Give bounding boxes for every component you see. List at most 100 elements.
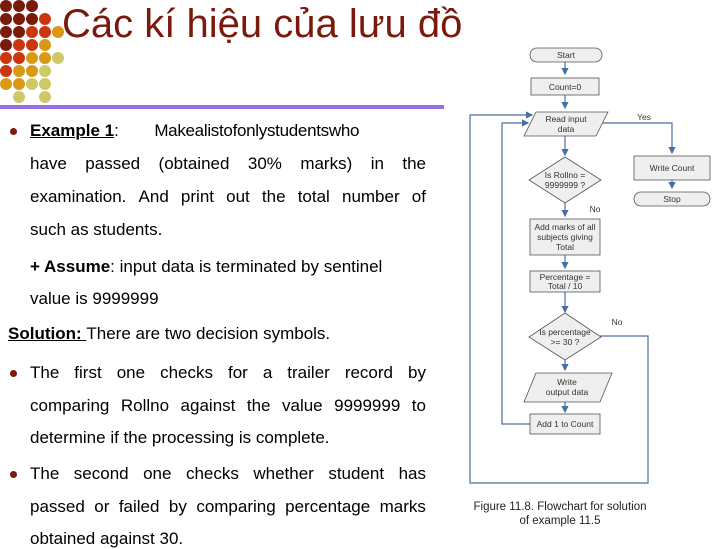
slide-title: Các kí hiệu của lưu đồ bbox=[62, 2, 463, 46]
example-line-1: have passed (obtained 30% marks) in the bbox=[30, 154, 426, 174]
word: record bbox=[344, 363, 393, 382]
word: whether bbox=[253, 464, 314, 483]
flowchart: Start Count=0 Read input data Is Rollno … bbox=[469, 47, 711, 484]
word: or bbox=[94, 497, 110, 516]
decorative-dot bbox=[26, 0, 38, 12]
decorative-dot bbox=[13, 65, 25, 77]
word: one bbox=[116, 363, 146, 382]
assume-label: Assume bbox=[44, 257, 111, 276]
word: The bbox=[30, 464, 60, 483]
bullet1-line-2: comparing Rollno against the value 9999999 to bbox=[30, 396, 426, 416]
caption-line-2: of example 11.5 bbox=[519, 515, 601, 527]
word: (obtained bbox=[158, 154, 230, 173]
decision2-label-2: >= 30 ? bbox=[551, 337, 580, 347]
bullet-icon bbox=[10, 128, 17, 135]
word: out bbox=[226, 187, 250, 206]
word: trailer bbox=[287, 363, 330, 382]
assume-text: : input data is terminated by sentinel bbox=[110, 257, 383, 276]
word: has bbox=[398, 464, 426, 483]
write-output-label-1: Write bbox=[557, 377, 577, 387]
bullet2-line-1: The second one checks whether student has bbox=[30, 464, 426, 484]
stop-label: Stop bbox=[663, 194, 681, 204]
word: of bbox=[411, 187, 426, 206]
decorative-dot bbox=[52, 52, 64, 64]
loop-arrow bbox=[501, 119, 530, 425]
decorative-dot-grid bbox=[0, 0, 70, 110]
decorative-dot bbox=[26, 26, 38, 38]
decorative-dot bbox=[26, 65, 38, 77]
solution-line: Solution: There are two decision symbols… bbox=[8, 324, 330, 344]
decorative-dot bbox=[39, 78, 51, 90]
bullet1-line-3: determine if the processing is complete. bbox=[30, 428, 330, 447]
word: second bbox=[73, 464, 129, 483]
word: by bbox=[408, 363, 426, 382]
decorative-dot bbox=[39, 26, 51, 38]
yes-label: Yes bbox=[637, 112, 651, 122]
decorative-dot bbox=[26, 52, 38, 64]
title-divider bbox=[0, 105, 444, 109]
word: marks) bbox=[300, 154, 353, 173]
decision2-label-1: Is percentage bbox=[539, 327, 591, 337]
decorative-dot bbox=[13, 39, 25, 51]
decorative-dot bbox=[0, 39, 12, 51]
word: passed bbox=[85, 154, 141, 173]
word: failed bbox=[118, 497, 160, 516]
word: against bbox=[180, 396, 236, 415]
word: the bbox=[246, 396, 271, 415]
decorative-dot bbox=[39, 65, 51, 77]
example-colon: : bbox=[114, 121, 119, 140]
decorative-dot bbox=[13, 78, 25, 90]
example-first-line: Makealistofonlystudentswho bbox=[154, 121, 360, 140]
word: have bbox=[30, 154, 67, 173]
decorative-dot bbox=[39, 13, 51, 25]
word: comparing bbox=[30, 396, 110, 415]
decorative-dot bbox=[13, 0, 25, 12]
start-label: Start bbox=[557, 50, 576, 60]
bullet-icon bbox=[10, 370, 17, 377]
word: value bbox=[281, 396, 323, 415]
word: 9999999 bbox=[334, 396, 401, 415]
decorative-dot bbox=[0, 78, 12, 90]
add-marks-label-3: Total bbox=[556, 242, 574, 252]
count-init-label: Count=0 bbox=[549, 82, 582, 92]
word: And bbox=[138, 187, 169, 206]
write-output-label-2: output data bbox=[546, 387, 589, 397]
word: comparing bbox=[196, 497, 276, 516]
word: the bbox=[261, 187, 286, 206]
word: marks bbox=[379, 497, 426, 516]
decision1-label-2: 9999999 ? bbox=[545, 180, 585, 190]
word: examination. bbox=[30, 187, 127, 206]
read-label-1: Read input bbox=[545, 114, 587, 124]
caption-line-1: Figure 11.8. Flowchart for solution bbox=[473, 501, 647, 513]
decorative-dot bbox=[0, 52, 12, 64]
word: student bbox=[328, 464, 385, 483]
decorative-dot bbox=[0, 65, 12, 77]
decision1-label-1: Is Rollno = bbox=[545, 170, 585, 180]
assume-line: + Assume: input data is terminated by se… bbox=[30, 257, 382, 277]
decorative-dot bbox=[0, 0, 12, 12]
decorative-dot bbox=[26, 78, 38, 90]
word: first bbox=[74, 363, 102, 382]
word: for bbox=[227, 363, 248, 382]
decorative-dot bbox=[39, 52, 51, 64]
write-count-label: Write Count bbox=[650, 163, 695, 173]
add-count-label: Add 1 to Count bbox=[537, 419, 594, 429]
assume-line-2: value is 9999999 bbox=[30, 289, 159, 308]
word: one bbox=[143, 464, 172, 483]
decorative-dot bbox=[13, 26, 25, 38]
decorative-dot bbox=[26, 39, 38, 51]
example-label: Example 1 bbox=[30, 121, 115, 140]
word: Rollno bbox=[120, 396, 170, 415]
word: checks bbox=[160, 363, 213, 382]
example-heading: Example 1: Makealistofonlystudentswho bbox=[30, 121, 359, 141]
solution-label: Solution: bbox=[8, 324, 87, 343]
percentage-label-2: Total / 10 bbox=[548, 281, 583, 291]
word: 30% bbox=[247, 154, 282, 173]
bullet2-line-2: passed or failed by comparing percentage marks bbox=[30, 497, 426, 517]
bullet2-line-3: obtained against 30. bbox=[30, 529, 184, 548]
word: print bbox=[180, 187, 214, 206]
word: in bbox=[370, 154, 384, 173]
decorative-dot bbox=[13, 13, 25, 25]
figure-caption: Figure 11.8. Flowchart for solution of e… bbox=[440, 500, 680, 528]
bullet1-line-1: The first one checks for a trailer record by bbox=[30, 363, 426, 383]
